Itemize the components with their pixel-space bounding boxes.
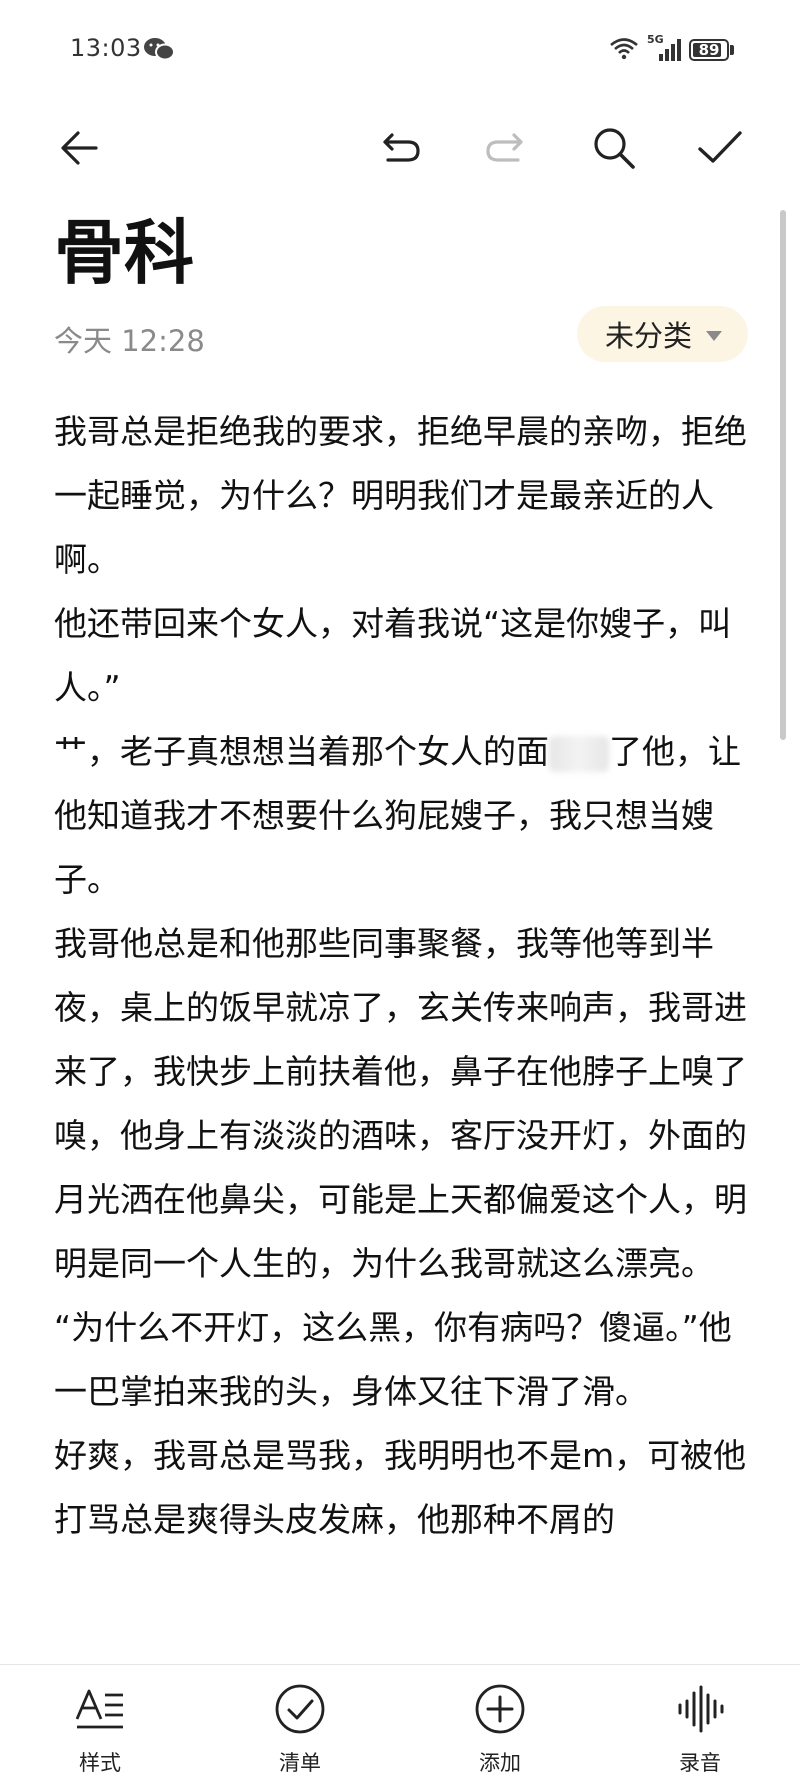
- status-time: 13:03: [70, 34, 142, 62]
- cellular-signal-icon: 5G: [647, 33, 681, 63]
- note-paragraph: 我哥总是拒绝我的要求，拒绝早晨的亲吻，拒绝一起睡觉，为什么？明明我们才是最亲近的…: [54, 412, 747, 579]
- note-paragraph: 好爽，我哥总是骂我，我明明也不是m，可被他打骂总是爽得头皮发麻，他那种不屑的: [54, 1436, 747, 1539]
- voice-record-icon: [672, 1681, 728, 1737]
- wechat-notification-icon: [142, 36, 176, 62]
- redo-icon: [480, 124, 528, 176]
- done-button[interactable]: [688, 118, 752, 182]
- chevron-down-icon: [706, 330, 722, 341]
- undo-icon: [378, 124, 426, 176]
- voice-record-button[interactable]: 录音: [640, 1665, 760, 1788]
- note-date: 今天 12:28: [54, 324, 205, 358]
- note-paragraph: 我哥他总是和他那些同事聚餐，我等他等到半夜，桌上的饭早就凉了，玄关传来响声，我哥…: [54, 924, 747, 1283]
- text-style-icon: [72, 1681, 128, 1737]
- back-arrow-icon: [56, 124, 104, 176]
- scrollbar[interactable]: [780, 210, 786, 1640]
- checklist-icon: [272, 1681, 328, 1737]
- note-paragraph: 艹，老子真想想当着那个女人的面 了他，让他知道我才不想要什么狗屁嫂子，我只想当嫂子…: [54, 720, 754, 912]
- undo-button[interactable]: [370, 118, 434, 182]
- back-button[interactable]: [48, 118, 112, 182]
- category-label: 未分类: [604, 319, 692, 353]
- redo-button[interactable]: [472, 118, 536, 182]
- bottom-toolbar: 样式 清单 添加 录音: [0, 1664, 800, 1788]
- checklist-button[interactable]: 清单: [240, 1665, 360, 1788]
- style-button[interactable]: 样式: [40, 1665, 160, 1788]
- battery-indicator: 89: [689, 39, 734, 61]
- bottom-item-label: 添加: [479, 1751, 521, 1775]
- bottom-item-label: 样式: [79, 1751, 121, 1775]
- note-paragraph: “为什么不开灯，这么黑，你有病吗？傻逼。”他一巴掌拍来我的头，身体又往下滑了滑。: [54, 1308, 732, 1411]
- battery-level: 89: [698, 41, 720, 59]
- editor-toolbar: [0, 110, 800, 190]
- note-title[interactable]: 骨科: [54, 218, 194, 288]
- battery-tip: [730, 45, 734, 55]
- status-indicators: 5G 89: [609, 33, 734, 64]
- bottom-item-label: 清单: [279, 1751, 321, 1775]
- note-body[interactable]: 我哥总是拒绝我的要求，拒绝早晨的亲吻，拒绝一起睡觉，为什么？明明我们才是最亲近的…: [54, 400, 754, 1645]
- category-dropdown[interactable]: 未分类: [576, 306, 748, 362]
- add-button[interactable]: 添加: [440, 1665, 560, 1788]
- note-paragraph-text: 艹，老子真想想当着那个女人的面: [54, 732, 549, 771]
- add-icon: [472, 1681, 528, 1737]
- wifi-icon: [609, 36, 639, 64]
- search-icon: [589, 123, 639, 177]
- battery-icon: 89: [689, 39, 729, 61]
- status-bar: 13:03 5G 89: [0, 0, 800, 100]
- note-paragraph: 他还带回来个女人，对着我说“这是你嫂子，叫人。”: [54, 604, 732, 707]
- checkmark-icon: [695, 123, 745, 177]
- blurred-text: [549, 735, 609, 772]
- search-button[interactable]: [582, 118, 646, 182]
- bottom-item-label: 录音: [679, 1751, 721, 1775]
- scrollbar-thumb[interactable]: [780, 210, 786, 740]
